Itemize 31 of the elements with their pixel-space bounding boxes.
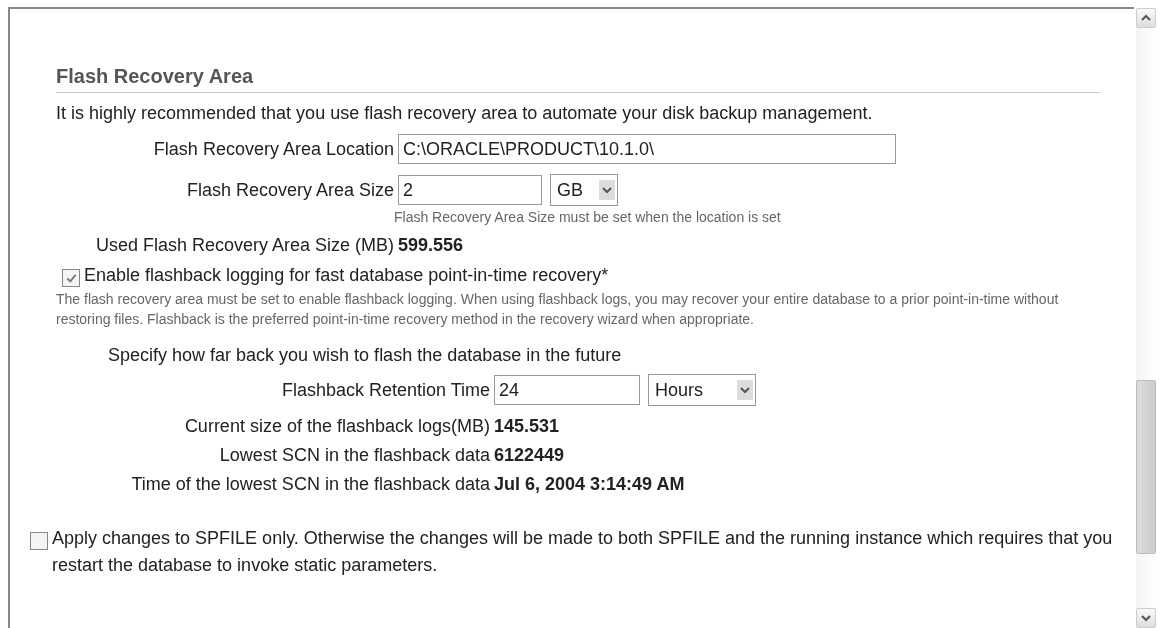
scroll-up-icon[interactable]	[1136, 8, 1156, 28]
checkbox[interactable]	[30, 532, 48, 550]
size-field[interactable]: 2	[398, 175, 542, 205]
field-label: Lowest SCN in the flashback data	[218, 445, 490, 466]
field-label: Flashback Retention Time	[280, 379, 490, 401]
unit-dropdown[interactable]: Hours	[648, 374, 756, 406]
scrollbar[interactable]	[1136, 8, 1156, 628]
field-value: 145.531	[494, 416, 561, 437]
field-value: Jul 6, 2004 3:14:49 AM	[494, 474, 686, 495]
field-value: 6122449	[494, 445, 566, 466]
retention-field[interactable]: 24	[494, 375, 640, 405]
description-text: The flash recovery area must be set to enable flashback logging. When using flashback logs, you may recover your entire database to a prior point-in-time without restoring files. Flashback is the preferred point-in-time recovery method in the recovery wizard when appropriate.	[56, 290, 1060, 329]
intro-text: It is highly recommended that you use flash recovery area to automate your disk backup management.	[56, 103, 874, 124]
location-field[interactable]: C:\ORACLE\PRODUCT\10.1.0\	[398, 134, 896, 164]
retention-intro: Specify how far back you wish to flash the database in the future	[108, 345, 623, 366]
field-label: Flash Recovery Area Location	[152, 138, 394, 160]
field-label: Current size of the flashback logs(MB)	[183, 416, 490, 437]
field-label: Flash Recovery Area Size	[185, 179, 394, 201]
caret-icon	[737, 380, 753, 400]
checkbox[interactable]	[62, 269, 80, 287]
field-label: Time of the lowest SCN in the flashback data	[130, 474, 490, 495]
caret-icon	[599, 180, 615, 200]
scroll-down-icon[interactable]	[1136, 608, 1156, 628]
unit-dropdown[interactable]: GB	[550, 174, 618, 206]
checkbox-label: Apply changes to SPFILE only. Otherwise the changes will be made to both SPFILE and the running instance which requires that you restart the database to invoke static parameters.	[52, 527, 1114, 577]
scroll-thumb[interactable]	[1136, 380, 1156, 554]
checkbox-label: Enable flashback logging for fast database point-in-time recovery*	[84, 266, 609, 284]
field-label: Used Flash Recovery Area Size (MB)	[94, 235, 394, 256]
section-heading: Flash Recovery Area	[56, 65, 1100, 93]
hint-text: Flash Recovery Area Size must be set when the location is set	[394, 209, 782, 225]
field-value: 599.556	[398, 235, 465, 256]
